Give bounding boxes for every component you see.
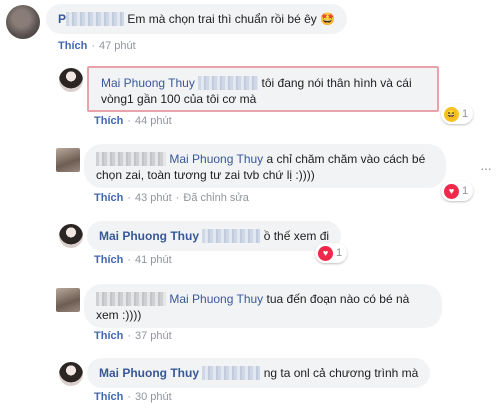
- blurred-tag: [202, 229, 261, 243]
- timestamp[interactable]: 43 phút: [135, 192, 172, 204]
- separator: ·: [127, 391, 132, 403]
- avatar[interactable]: [6, 5, 40, 39]
- blurred-tag: [202, 366, 261, 380]
- avatar[interactable]: [59, 224, 83, 248]
- comment-2: Mai Phuong Thuy tôi đang nói thân hình v…: [0, 60, 497, 132]
- reaction-count: 1: [462, 185, 469, 197]
- like-link[interactable]: Thích: [94, 115, 123, 127]
- separator: ·: [127, 115, 132, 127]
- comment-1: P Em mà chọn trai thì chuẩn rồi bé êy 🤩 …: [0, 0, 497, 58]
- like-link[interactable]: Thích: [94, 192, 123, 204]
- separator: ·: [91, 40, 96, 52]
- avatar[interactable]: [59, 68, 83, 92]
- comment-bubble-highlighted: Mai Phuong Thuy tôi đang nói thân hình v…: [87, 66, 439, 112]
- timestamp[interactable]: 44 phút: [135, 115, 172, 127]
- author-name[interactable]: Mai Phuong Thuy: [99, 366, 199, 380]
- tagged-user[interactable]: Mai Phuong Thuy: [169, 292, 263, 306]
- reaction-count: 1: [336, 247, 343, 259]
- comment-meta: Thích · 44 phút: [94, 115, 172, 127]
- reaction-summary[interactable]: 😆 1: [441, 104, 474, 124]
- comment-text: ồ thế xem đi: [263, 229, 330, 243]
- reaction-summary[interactable]: ♥ 1: [441, 181, 474, 201]
- separator: ·: [127, 192, 132, 204]
- comment-bubble: P Em mà chọn trai thì chuẩn rồi bé êy 🤩: [46, 4, 348, 34]
- haha-icon: 😆: [444, 106, 459, 122]
- comment-bubble: Mai Phuong Thuy a chỉ chăm chăm vào cách…: [84, 144, 446, 188]
- tagged-user[interactable]: Mai Phuong Thuy: [169, 152, 263, 166]
- star-struck-emoji: 🤩: [320, 12, 336, 26]
- reaction-count: 1: [462, 108, 469, 120]
- more-options-icon[interactable]: ···: [480, 160, 492, 176]
- like-link[interactable]: Thích: [58, 40, 87, 52]
- like-link[interactable]: Thích: [94, 391, 123, 403]
- edited-label[interactable]: Đã chỉnh sửa: [183, 192, 248, 204]
- comment-text: ng ta onl cả chương trình mà: [263, 366, 419, 380]
- comment-meta: Thích · 43 phút · Đã chỉnh sửa: [94, 192, 249, 204]
- comment-meta: Thích · 41 phút: [94, 254, 172, 266]
- comment-3: Mai Phuong Thuy a chỉ chăm chăm vào cách…: [0, 140, 497, 210]
- comment-bubble: Mai Phuong Thuy ng ta onl cả chương trìn…: [87, 358, 431, 388]
- avatar[interactable]: [59, 362, 83, 386]
- comment-text: Em mà chọn trai thì chuẩn rồi bé êy: [127, 12, 317, 26]
- comment-bubble: Mai Phuong Thuy ồ thế xem đi: [87, 221, 342, 251]
- separator: ·: [127, 254, 132, 266]
- timestamp[interactable]: 47 phút: [99, 40, 136, 52]
- author-name[interactable]: P: [58, 12, 66, 26]
- blurred-author-name: [96, 152, 166, 166]
- separator: ·: [127, 330, 132, 342]
- like-link[interactable]: Thích: [94, 254, 123, 266]
- like-link[interactable]: Thích: [94, 330, 123, 342]
- comment-meta: Thích · 47 phút: [58, 40, 136, 52]
- author-name[interactable]: Mai Phuong Thuy: [99, 229, 199, 243]
- tagged-user[interactable]: Mai Phuong Thuy: [101, 76, 195, 90]
- blurred-author-name: [96, 292, 166, 306]
- reaction-summary[interactable]: ♥ 1: [315, 243, 348, 263]
- blurred-author-name: [66, 12, 125, 26]
- avatar[interactable]: [56, 288, 80, 312]
- timestamp[interactable]: 41 phút: [135, 254, 172, 266]
- comment-meta: Thích · 37 phút: [94, 330, 172, 342]
- separator: ·: [175, 192, 180, 204]
- blurred-tag: [198, 76, 259, 90]
- comment-bubble: Mai Phuong Thuy tua đến đoạn nào có bé n…: [84, 284, 442, 328]
- timestamp[interactable]: 30 phút: [135, 391, 172, 403]
- avatar[interactable]: [56, 148, 80, 172]
- comment-5: Mai Phuong Thuy tua đến đoạn nào có bé n…: [0, 280, 497, 346]
- timestamp[interactable]: 37 phút: [135, 330, 172, 342]
- heart-icon: ♥: [318, 245, 333, 261]
- heart-icon: ♥: [444, 183, 459, 199]
- comment-4: Mai Phuong Thuy ồ thế xem đi ♥ 1 Thích · 41…: [0, 218, 497, 270]
- comment-meta: Thích · 30 phút: [94, 391, 172, 403]
- comment-6: Mai Phuong Thuy ng ta onl cả chương trìn…: [0, 356, 497, 416]
